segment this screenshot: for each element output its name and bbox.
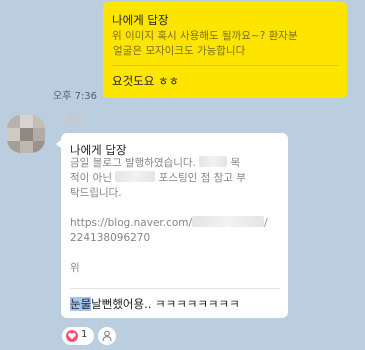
quoted-message: 위 이미지 혹시 사용해도 될까요~? 환자분 얼굴은 모자이크도 가능합니다 <box>112 29 344 59</box>
quoted-line: 위 <box>70 262 80 274</box>
reaction-count: 1 <box>81 329 88 340</box>
reaction-badge[interactable]: 1 <box>62 327 94 345</box>
avatar-pixel <box>20 128 33 141</box>
quoted-text: 포스팅인 점 참고 부 <box>158 172 246 184</box>
quoted-link-id: 224138096270 <box>70 232 151 244</box>
quoted-text: 적이 아닌 <box>70 172 112 184</box>
heart-icon <box>66 330 78 342</box>
quoted-message: 금일 블로그 발행하였습니다. 목 적이 아닌 포스팅인 점 참고 부 탁드립니… <box>70 156 285 276</box>
avatar-pixel <box>7 115 20 128</box>
quoted-line: 금일 블로그 발행하였습니다. 목 <box>70 156 285 171</box>
avatar[interactable] <box>7 115 45 153</box>
quoted-line: 적이 아닌 포스팅인 점 참고 부 <box>70 171 285 186</box>
quoted-line: 얼굴은 모자이크도 가능합니다 <box>113 45 246 57</box>
quoted-link-text: / <box>264 217 268 229</box>
blurred-text <box>115 171 156 182</box>
quoted-link[interactable]: https://blog.naver.com/ / <box>70 216 285 231</box>
blurred-text <box>192 216 265 227</box>
quoted-line: 탁드립니다. <box>70 187 122 199</box>
their-message-bubble[interactable]: 나에게 답장 금일 블로그 발행하였습니다. 목 적이 아닌 포스팅인 점 참고… <box>56 133 288 318</box>
add-reaction-button[interactable] <box>98 327 116 345</box>
quoted-text: 금일 블로그 발행하였습니다. <box>70 157 196 169</box>
avatar-pixel <box>20 141 33 153</box>
message-text: 눈물날뻔했어용.. ㅋㅋㅋㅋㅋㅋㅋㅋ <box>70 296 240 312</box>
blurred-text <box>199 156 228 167</box>
reply-divider <box>70 288 280 289</box>
reply-header: 나에게 답장 <box>112 13 169 27</box>
reply-divider <box>112 65 339 66</box>
sender-name-blurred <box>66 113 82 125</box>
highlighted-text: 눈물 <box>70 297 92 311</box>
avatar-pixel <box>20 115 33 128</box>
person-icon <box>102 330 112 342</box>
quoted-line: 위 이미지 혹시 사용해도 될까요~? 환자분 <box>112 30 298 42</box>
message-text: 요것도요 ㅎㅎ <box>112 74 180 88</box>
avatar-pixel <box>7 141 20 153</box>
message-text-rest: 날뻔했어용.. ㅋㅋㅋㅋㅋㅋㅋㅋ <box>91 297 240 311</box>
avatar-pixel <box>33 141 45 153</box>
avatar-pixel <box>7 128 20 141</box>
quoted-text: 목 <box>230 157 241 169</box>
timestamp: 오후 7:36 <box>53 91 98 102</box>
avatar-pixel <box>33 115 45 128</box>
my-message-bubble[interactable]: 나에게 답장 위 이미지 혹시 사용해도 될까요~? 환자분 얼굴은 모자이크도… <box>103 2 347 98</box>
quoted-link-text: https://blog.naver.com/ <box>70 217 193 229</box>
avatar-pixel <box>33 128 45 141</box>
